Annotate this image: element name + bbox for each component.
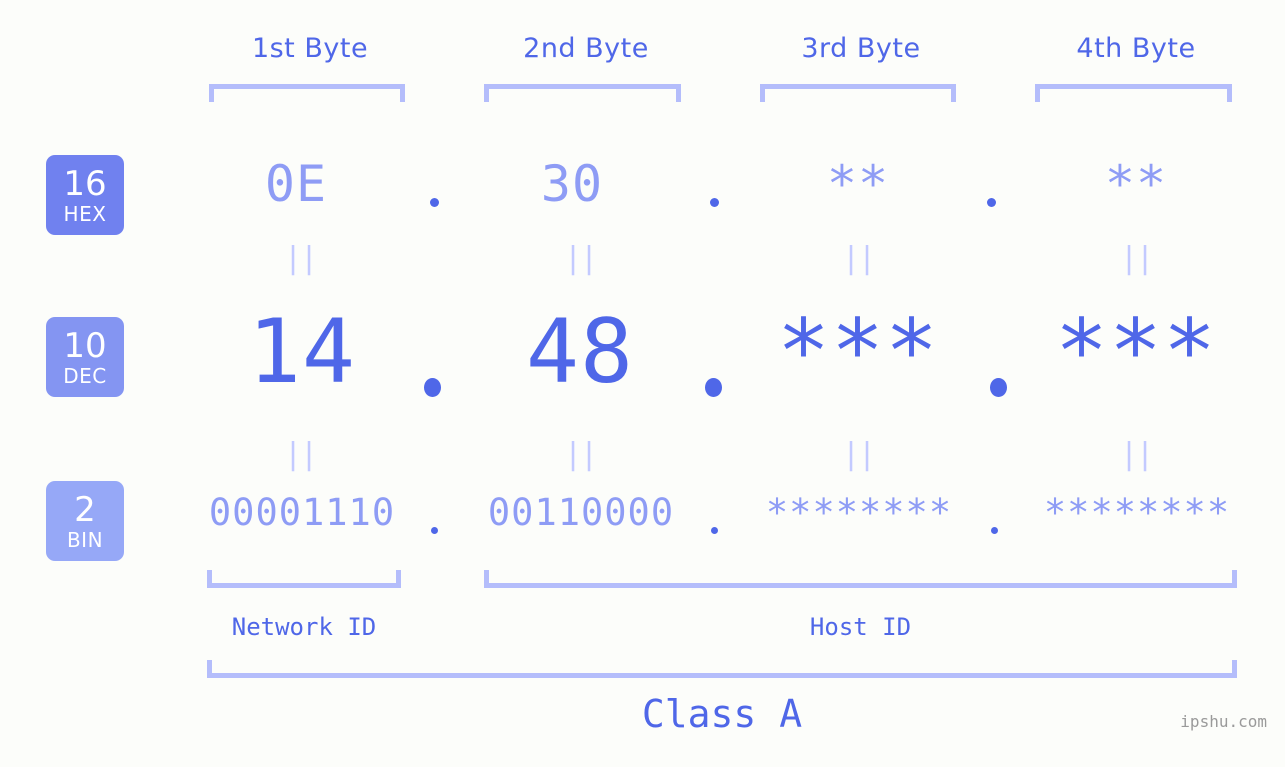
byte-header-1: 1st Byte (251, 33, 369, 64)
class-label: Class A (641, 692, 803, 736)
equals-marker-hex-dec-3: || (841, 241, 876, 276)
equals-marker-hex-dec-4: || (1119, 241, 1154, 276)
bin-dot-1 (431, 527, 438, 534)
hex-dot-3 (987, 198, 996, 207)
byte-bracket-top-4 (1035, 84, 1232, 102)
base-badge-hex[interactable]: 16 HEX (46, 155, 124, 235)
bin-byte-4: ******** (1043, 491, 1231, 534)
byte-bracket-top-3 (760, 84, 956, 102)
byte-header-2: 2nd Byte (523, 33, 649, 64)
base-badge-dec-name: DEC (63, 363, 107, 388)
byte-header-3: 3rd Byte (801, 33, 921, 64)
dec-byte-1: 14 (248, 300, 356, 403)
network-id-label: Network ID (231, 613, 377, 641)
base-badge-bin-name: BIN (66, 527, 104, 552)
network-id-bracket (207, 570, 401, 588)
class-bracket (207, 660, 1237, 678)
hex-byte-1: 0E (264, 155, 328, 213)
bin-dot-2 (711, 527, 718, 534)
equals-marker-dec-bin-3: || (841, 437, 876, 472)
ip-address-breakdown-diagram: 1st Byte 2nd Byte 3rd Byte 4th Byte 16 H… (0, 0, 1285, 767)
base-badge-dec[interactable]: 10 DEC (46, 317, 124, 397)
bin-dot-3 (991, 527, 998, 534)
base-badge-hex-number: 16 (63, 163, 107, 204)
dec-byte-3: *** (777, 300, 939, 403)
equals-marker-dec-bin-1: || (283, 437, 318, 472)
hex-dot-2 (710, 198, 719, 207)
dec-dot-3 (990, 378, 1007, 397)
hex-byte-2: 30 (540, 155, 604, 213)
equals-marker-hex-dec-2: || (563, 241, 598, 276)
byte-header-4: 4th Byte (1076, 33, 1196, 64)
dec-dot-1 (424, 378, 441, 397)
base-badge-bin-number: 2 (74, 489, 96, 530)
hex-dot-1 (430, 198, 439, 207)
host-id-bracket (484, 570, 1237, 588)
base-badge-bin[interactable]: 2 BIN (46, 481, 124, 561)
base-badge-dec-number: 10 (63, 325, 107, 366)
equals-marker-dec-bin-2: || (563, 437, 598, 472)
byte-bracket-top-1 (209, 84, 405, 102)
equals-marker-hex-dec-1: || (283, 241, 318, 276)
hex-byte-3: ** (826, 155, 890, 213)
bin-byte-3: ******** (765, 491, 953, 534)
dec-dot-2 (705, 378, 722, 397)
site-watermark: ipshu.com (1180, 712, 1267, 731)
host-id-label: Host ID (809, 613, 912, 641)
equals-marker-dec-bin-4: || (1119, 437, 1154, 472)
dec-byte-2: 48 (526, 300, 634, 403)
byte-bracket-top-2 (484, 84, 681, 102)
base-badge-hex-name: HEX (63, 201, 107, 226)
dec-byte-4: *** (1055, 300, 1217, 403)
bin-byte-1: 00001110 (208, 491, 396, 534)
hex-byte-4: ** (1104, 155, 1168, 213)
bin-byte-2: 00110000 (487, 491, 675, 534)
